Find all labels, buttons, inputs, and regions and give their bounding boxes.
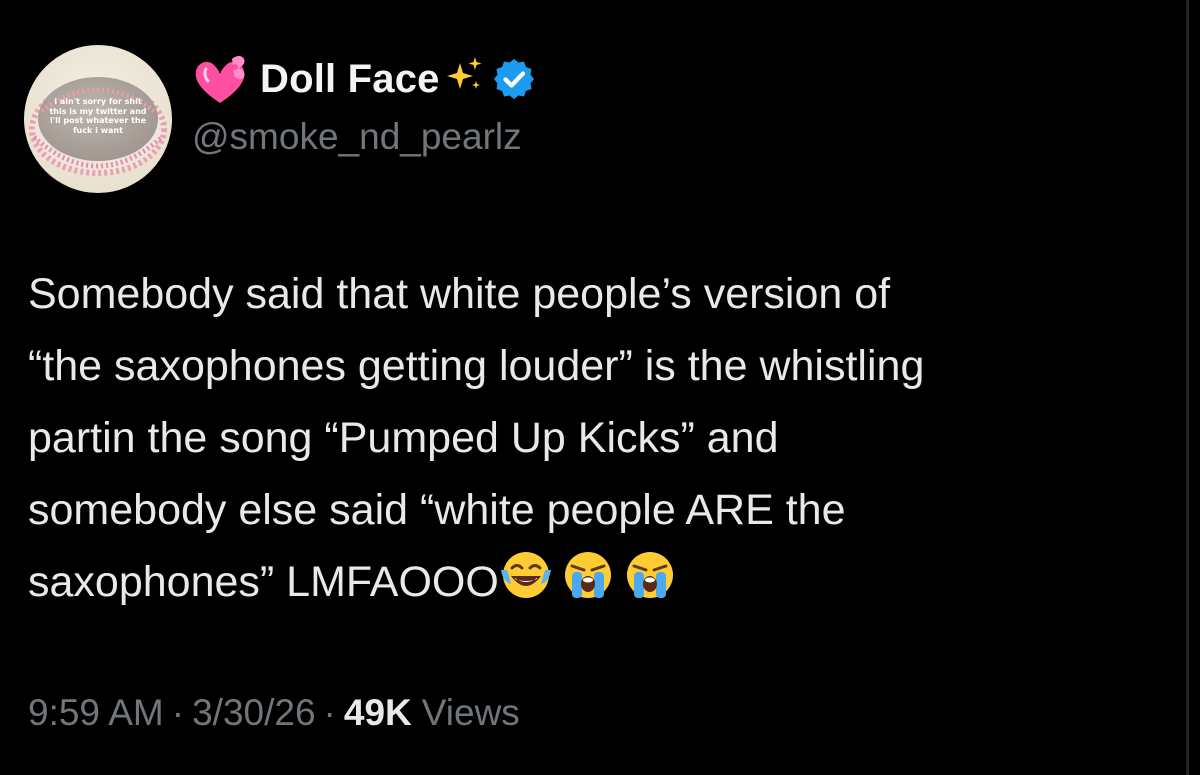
- tweet-text: Somebody said that white people’s versio…: [28, 258, 1178, 618]
- sparkles-icon: [446, 57, 482, 89]
- loudly-crying-face-icon: [626, 552, 673, 598]
- meta-separator: ·: [323, 692, 336, 733]
- tweet-meta: 9:59 AM · 3/30/26 · 49K Views: [28, 688, 520, 738]
- emoji-row: [499, 548, 685, 602]
- heart-with-ribbon-icon: [195, 56, 245, 103]
- verified-badge-icon[interactable]: [493, 59, 534, 99]
- tweet-line: “the saxophones getting louder” is the w…: [28, 342, 925, 390]
- tweet-line-text: saxophones” LMFAOOO: [28, 558, 499, 606]
- tweet-time[interactable]: 9:59 AM: [28, 692, 164, 734]
- loudly-crying-face-icon: [564, 552, 611, 598]
- tweet-date[interactable]: 3/30/26: [192, 692, 315, 734]
- author-name-row[interactable]: Doll Face: [192, 50, 534, 108]
- avatar[interactable]: i ain't sorry for shit this is my twitte…: [24, 45, 172, 193]
- avatar-cake-text: i ain't sorry for shit this is my twitte…: [49, 97, 147, 135]
- views-count[interactable]: 49K: [344, 692, 412, 734]
- tweet-line: partin the song “Pumped Up Kicks” and: [28, 414, 779, 462]
- face-with-tears-of-joy-icon: [500, 552, 551, 598]
- tweet-line: Somebody said that white people’s versio…: [28, 270, 891, 318]
- views-label[interactable]: Views: [422, 692, 520, 734]
- author-handle[interactable]: @smoke_nd_pearlz: [192, 116, 522, 158]
- display-name[interactable]: Doll Face: [260, 57, 440, 102]
- tweet-line: somebody else said “white people ARE the: [28, 486, 846, 534]
- scrollbar-track[interactable]: [1186, 0, 1189, 775]
- meta-separator: ·: [171, 692, 185, 733]
- tweet-line-last: saxophones” LMFAOOO: [28, 546, 1178, 618]
